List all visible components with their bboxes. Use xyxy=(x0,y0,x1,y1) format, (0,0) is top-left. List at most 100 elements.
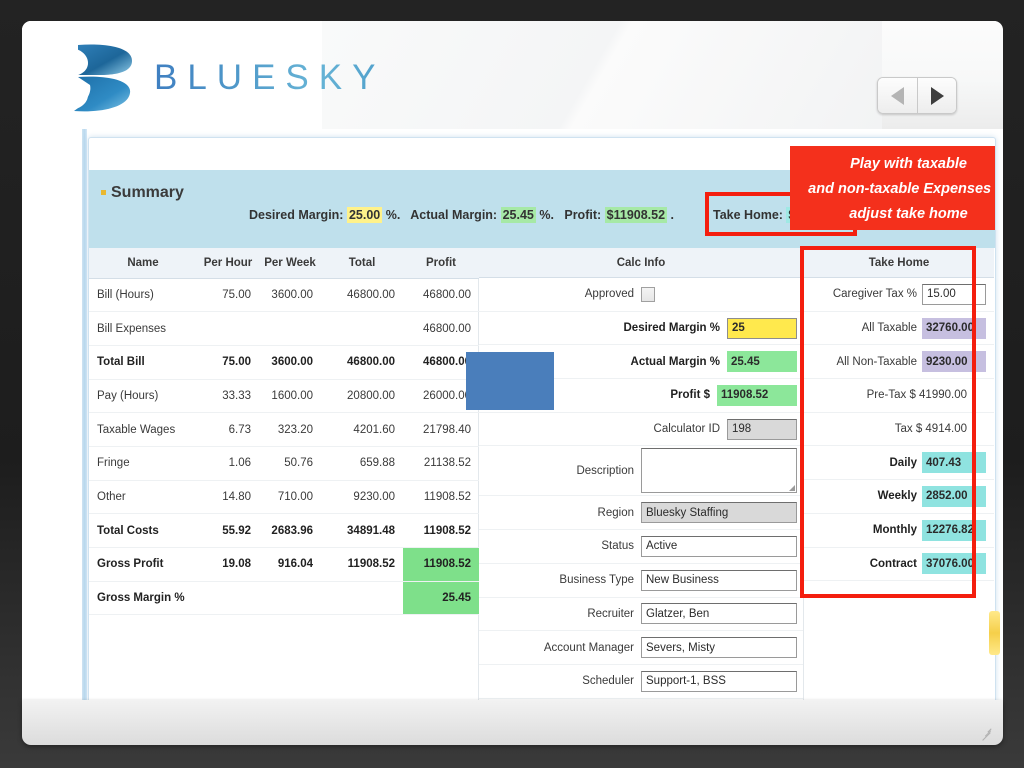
field-business-type[interactable]: Business Type New Business xyxy=(479,564,803,598)
cell-profit: 46800.00 xyxy=(403,278,479,313)
app-header: BLUESKY xyxy=(22,21,1003,129)
table-row: Total Bill 75.00 3600.00 46800.00 46800.00 xyxy=(89,345,479,380)
summary-profit-suffix: . xyxy=(670,208,675,222)
scheduler-input[interactable]: Support-1, BSS xyxy=(641,670,797,692)
bluesky-logo[interactable]: BLUESKY xyxy=(58,43,385,113)
record-navigation[interactable] xyxy=(877,77,957,114)
cell-profit: 25.45 xyxy=(403,581,479,616)
summary-metrics: Desired Margin: 25.00 %. Actual Margin: … xyxy=(249,207,675,223)
cell-per-hour: 75.00 xyxy=(197,345,259,380)
field-all-non-taxable: All Non-Taxable 9230.00 xyxy=(804,345,994,380)
field-region: Region Bluesky Staffing xyxy=(479,496,803,531)
label-weekly: Weekly xyxy=(877,490,917,503)
cell-total: 659.88 xyxy=(321,446,403,481)
summary-desired-margin-label: Desired Margin: xyxy=(249,208,344,222)
tax-text: Tax $ 4914.00 xyxy=(894,423,967,436)
selection-highlight-block xyxy=(466,352,554,410)
cell-total: 20800.00 xyxy=(321,379,403,414)
field-approved[interactable]: Approved xyxy=(479,278,803,312)
business-type-input[interactable]: New Business xyxy=(641,569,797,591)
cell-per-week xyxy=(259,581,321,616)
cell-name: Taxable Wages xyxy=(89,412,197,447)
header-sheen xyxy=(322,21,882,129)
content-area: Summary Desired Margin: 25.00 %. Actual … xyxy=(22,129,1003,723)
label-region: Region xyxy=(597,506,634,519)
table-row: Pay (Hours) 33.33 1600.00 20800.00 26000.00 xyxy=(89,379,479,414)
cell-per-week: 3600.00 xyxy=(259,278,321,313)
cell-per-week: 323.20 xyxy=(259,412,321,447)
desktop-backdrop: BLUESKY Summary Desired Margin: 25.00 %.… xyxy=(0,0,1024,768)
table-row: Gross Margin % 25.45 xyxy=(89,581,479,616)
next-record-button[interactable] xyxy=(917,78,956,113)
cell-per-week xyxy=(259,311,321,346)
cell-per-hour: 75.00 xyxy=(197,278,259,313)
account-manager-input[interactable]: Severs, Misty xyxy=(641,637,797,659)
label-calculator-id: Calculator ID xyxy=(653,423,720,436)
table-row: Total Costs 55.92 2683.96 34891.48 11908.52 xyxy=(89,513,479,548)
field-recruiter[interactable]: Recruiter Glatzer, Ben xyxy=(479,598,803,632)
field-caregiver-tax[interactable]: Caregiver Tax % 15.00 xyxy=(804,278,994,312)
label-all-non-taxable: All Non-Taxable xyxy=(836,355,917,368)
region-value: Bluesky Staffing xyxy=(641,502,797,524)
cell-per-hour: 19.08 xyxy=(197,547,259,582)
cell-total xyxy=(321,581,403,616)
take-home-title: Take Home xyxy=(804,248,994,278)
window-status-bar xyxy=(22,700,1003,745)
callout-line-3: adjust take home xyxy=(849,206,968,222)
cell-name: Gross Profit xyxy=(89,547,197,582)
pre-tax-text: Pre-Tax $ 41990.00 xyxy=(866,389,967,402)
calc-info-title: Calc Info xyxy=(479,248,803,278)
caregiver-tax-input[interactable]: 15.00 xyxy=(922,283,986,305)
column-header-total: Total xyxy=(321,248,403,279)
table-row: Taxable Wages 6.73 323.20 4201.60 21798.40 xyxy=(89,412,479,447)
summary-profit-value: $11908.52 xyxy=(604,207,668,223)
approved-checkbox[interactable] xyxy=(641,286,655,302)
field-scheduler[interactable]: Scheduler Support-1, BSS xyxy=(479,665,803,699)
summary-profit-label: Profit: xyxy=(564,208,602,222)
label-status: Status xyxy=(601,540,634,553)
description-textarea[interactable] xyxy=(641,448,797,494)
profit-value: 11908.52 xyxy=(717,384,797,406)
prev-record-button[interactable] xyxy=(878,78,917,113)
field-weekly: Weekly 2852.00 xyxy=(804,480,994,514)
label-profit: Profit $ xyxy=(670,389,710,402)
application-window: BLUESKY Summary Desired Margin: 25.00 %.… xyxy=(22,21,1003,723)
cell-name: Bill (Hours) xyxy=(89,278,197,313)
cell-name: Total Bill xyxy=(89,345,197,380)
grids-row: Name Per Hour Per Week Total Profit Bill… xyxy=(89,246,995,716)
recruiter-input[interactable]: Glatzer, Ben xyxy=(641,603,797,625)
cell-total xyxy=(321,311,403,346)
prev-arrow-icon xyxy=(891,86,904,105)
label-all-taxable: All Taxable xyxy=(861,322,917,335)
cell-per-week: 710.00 xyxy=(259,480,321,515)
annotation-callout: Play with taxable and non-taxable Expens… xyxy=(790,146,995,230)
resize-grip-icon[interactable] xyxy=(981,727,993,741)
label-monthly: Monthly xyxy=(872,524,917,537)
field-status[interactable]: Status Active xyxy=(479,530,803,564)
field-tax: Tax $ 4914.00 xyxy=(804,413,994,447)
cell-profit: 11908.52 xyxy=(403,480,479,515)
cell-per-hour: 1.06 xyxy=(197,446,259,481)
cell-per-hour xyxy=(197,311,259,346)
desired-margin-input[interactable]: 25 xyxy=(727,317,797,339)
take-home-panel: Take Home Caregiver Tax % 15.00 All Taxa… xyxy=(800,246,994,716)
calculator-id-value: 198 xyxy=(727,418,797,440)
cell-total: 34891.48 xyxy=(321,513,403,548)
cell-per-week: 50.76 xyxy=(259,446,321,481)
edge-feedback-tab[interactable] xyxy=(989,611,1000,655)
field-desired-margin[interactable]: Desired Margin % 25 xyxy=(479,312,803,346)
cell-profit: 46800.00 xyxy=(403,311,479,346)
status-input[interactable]: Active xyxy=(641,535,797,557)
field-account-manager[interactable]: Account Manager Severs, Misty xyxy=(479,631,803,665)
bluesky-logo-text: BLUESKY xyxy=(154,58,386,97)
field-all-taxable: All Taxable 32760.00 xyxy=(804,312,994,346)
cell-profit: 21798.40 xyxy=(403,412,479,447)
field-calculator-id: Calculator ID 198 xyxy=(479,413,803,447)
all-taxable-value: 32760.00 xyxy=(922,317,986,339)
cell-total: 11908.52 xyxy=(321,547,403,582)
summary-actual-margin-label: Actual Margin: xyxy=(410,208,498,222)
label-recruiter: Recruiter xyxy=(587,607,634,620)
cell-profit: 11908.52 xyxy=(403,513,479,548)
field-description[interactable]: Description xyxy=(479,446,803,497)
all-non-taxable-value: 9230.00 xyxy=(922,351,986,373)
